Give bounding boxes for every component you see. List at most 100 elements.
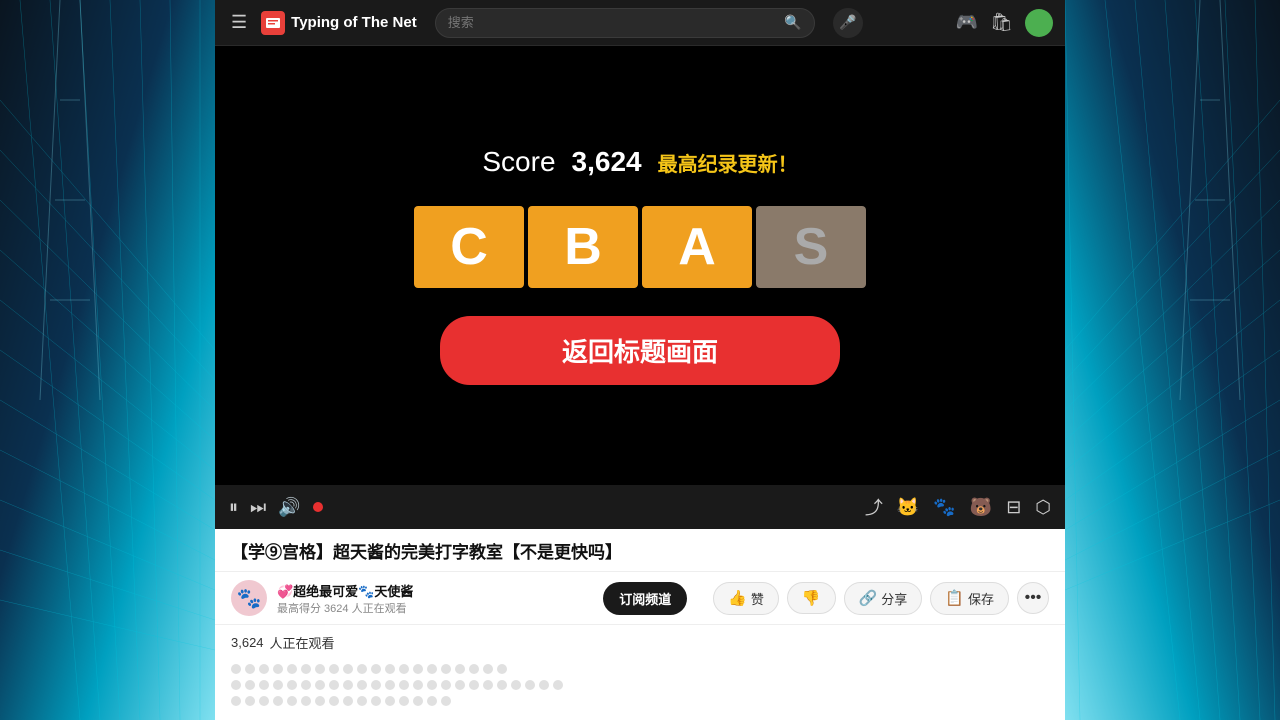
score-line: Score 3,624 最高纪录更新！ [482, 146, 797, 178]
header-right: 🎮 🛍 [956, 9, 1053, 37]
dot [427, 664, 437, 674]
dot [287, 664, 297, 674]
dot [525, 680, 535, 690]
dot [497, 680, 507, 690]
dot [301, 680, 311, 690]
dot [455, 680, 465, 690]
dot [343, 664, 353, 674]
dot [231, 696, 241, 706]
dot [357, 664, 367, 674]
dislike-icon: 👎 [802, 589, 821, 607]
dot [469, 664, 479, 674]
dot [315, 696, 325, 706]
search-icon[interactable]: 🔍 [784, 14, 801, 31]
grade-tile-s: S [756, 206, 866, 288]
channel-sub-info: 最高得分 3624 人正在观看 [277, 600, 593, 616]
video-title-row: 【学⑨宫格】超天酱的完美打字教室【不是更快吗】 [215, 529, 1065, 572]
hamburger-icon[interactable]: ☰ [227, 8, 251, 37]
save-button[interactable]: 📋 保存 [930, 582, 1009, 615]
dot [427, 680, 437, 690]
comment-section [215, 656, 1065, 720]
like-button[interactable]: 👍 赞 [713, 582, 779, 615]
viewers-count: 3,624 [231, 635, 264, 650]
grade-tile-a: A [642, 206, 752, 288]
dislike-button[interactable]: 👎 [787, 582, 836, 614]
heart-icon[interactable]: 🐾 [933, 497, 955, 518]
dot [329, 680, 339, 690]
dot [399, 680, 409, 690]
dot [385, 696, 395, 706]
action-buttons: 👍 赞 👎 🔗 分享 📋 保存 ••• [713, 582, 1049, 615]
dot [259, 664, 269, 674]
logo-area: Typing of The Net [261, 11, 417, 35]
dot [259, 680, 269, 690]
subscribe-button[interactable]: 订阅频道 [603, 582, 687, 615]
pause-button[interactable]: ⏸ [229, 497, 238, 518]
volume-button[interactable]: 🔊 [278, 497, 300, 518]
dot [441, 680, 451, 690]
channel-row: 🐾 💞超绝最可爱🐾天使酱 最高得分 3624 人正在观看 订阅频道 👍 赞 👎 … [215, 572, 1065, 625]
dot [287, 696, 297, 706]
dot [329, 696, 339, 706]
grade-tiles: C B A S [414, 206, 866, 288]
search-input[interactable] [448, 15, 777, 30]
dot [301, 696, 311, 706]
comment-dot-row-1 [231, 664, 1049, 674]
dot [329, 664, 339, 674]
dot [273, 680, 283, 690]
below-video: 【学⑨宫格】超天酱的完美打字教室【不是更快吗】 🐾 💞超绝最可爱🐾天使酱 最高得… [215, 529, 1065, 720]
score-label: Score [482, 146, 555, 178]
return-button[interactable]: 返回标题画面 [440, 316, 840, 385]
channel-name: 💞超绝最可爱🐾天使酱 [277, 581, 593, 600]
dot [231, 680, 241, 690]
like-icon: 👍 [728, 589, 747, 607]
dot [385, 664, 395, 674]
dot [371, 664, 381, 674]
dot [441, 664, 451, 674]
channel-avatar[interactable]: 🐾 [231, 580, 267, 616]
bg-left [0, 0, 215, 720]
dot [497, 664, 507, 674]
dot [441, 696, 451, 706]
dot [413, 696, 423, 706]
main-container: ☰ Typing of The Net 🔍 🎤 🎮 🛍 Score 3,624 [215, 0, 1065, 720]
dot [245, 696, 255, 706]
dot [455, 664, 465, 674]
avatar[interactable] [1025, 9, 1053, 37]
dot [273, 696, 283, 706]
video-player: Score 3,624 最高纪录更新！ C B A S 返回标题画面 [215, 46, 1065, 485]
dot [385, 680, 395, 690]
dot [413, 680, 423, 690]
dot [371, 680, 381, 690]
dot [273, 664, 283, 674]
game-icon[interactable]: 🎮 [956, 12, 978, 33]
dot [259, 696, 269, 706]
gift-icon[interactable]: 🛍 [990, 12, 1013, 33]
viewers-label: 人正在观看 [270, 633, 335, 652]
dot [511, 680, 521, 690]
video-title: 【学⑨宫格】超天酱的完美打字教室【不是更快吗】 [231, 541, 1049, 565]
fullscreen-icon[interactable]: ⬡ [1035, 497, 1051, 518]
logo-text: Typing of The Net [291, 14, 417, 31]
dot [539, 680, 549, 690]
dot [343, 680, 353, 690]
mic-button[interactable]: 🎤 [833, 8, 863, 38]
dot [483, 680, 493, 690]
header: ☰ Typing of The Net 🔍 🎤 🎮 🛍 [215, 0, 1065, 46]
more-button[interactable]: ••• [1017, 582, 1049, 614]
dot [315, 664, 325, 674]
pip-icon[interactable]: 🐱 [897, 497, 919, 518]
share-icon[interactable]: ⤴ [865, 494, 883, 520]
dot [483, 664, 493, 674]
bear-icon[interactable]: 🐻 [970, 497, 992, 518]
settings-icon[interactable]: ⊟ [1006, 497, 1021, 518]
dot [301, 664, 311, 674]
dot [245, 664, 255, 674]
share-button[interactable]: 🔗 分享 [844, 582, 923, 615]
live-indicator [313, 502, 323, 512]
channel-info: 💞超绝最可爱🐾天使酱 最高得分 3624 人正在观看 [277, 581, 593, 616]
dot [399, 664, 409, 674]
dot [553, 680, 563, 690]
game-overlay: Score 3,624 最高纪录更新！ C B A S 返回标题画面 [414, 146, 866, 385]
next-button[interactable]: ⏭ [250, 497, 266, 518]
